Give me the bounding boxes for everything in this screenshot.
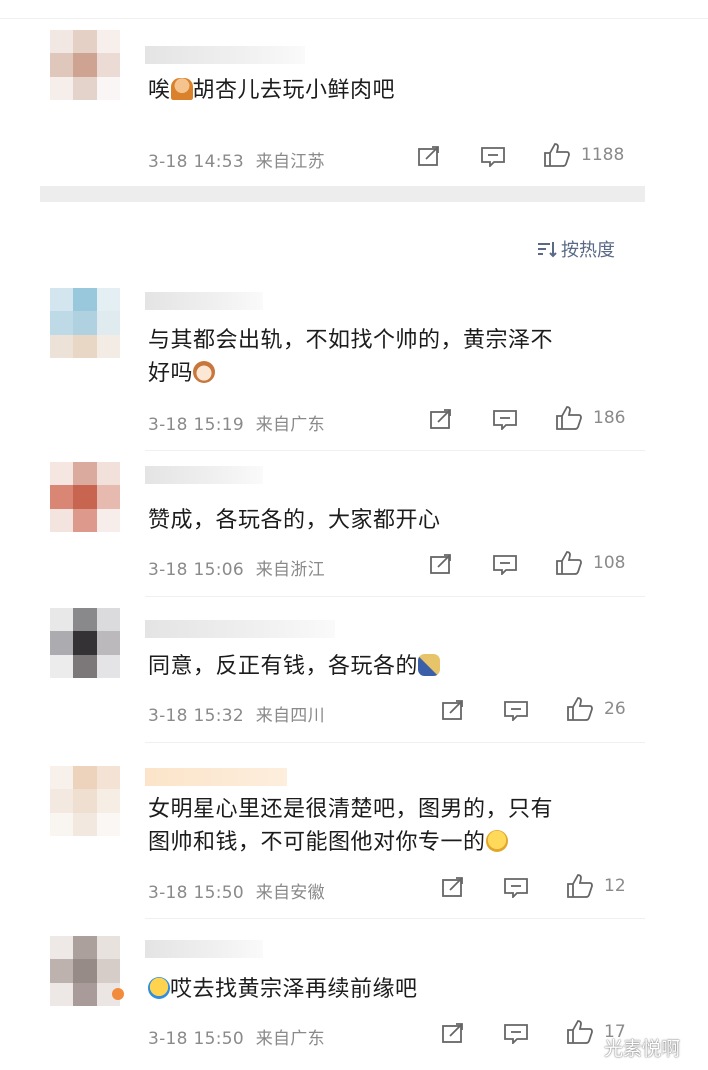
like-count: 1188 bbox=[581, 145, 625, 165]
username-blurred[interactable] bbox=[145, 466, 263, 484]
comment-text: 同意，反正有钱，各玩各的 bbox=[148, 650, 441, 683]
location: 来自广东 bbox=[255, 1029, 325, 1049]
repost-button[interactable] bbox=[417, 145, 441, 167]
thumbs-up-icon bbox=[556, 406, 582, 430]
username-blurred[interactable] bbox=[145, 292, 263, 310]
section-separator bbox=[40, 186, 645, 202]
repost-icon bbox=[442, 700, 463, 720]
avatar[interactable] bbox=[50, 462, 120, 532]
comment-meta: 3-18 15:50 来自广东 bbox=[148, 1024, 325, 1049]
dog-face-emoji bbox=[193, 361, 216, 383]
divider bbox=[145, 742, 645, 743]
like-button[interactable]: 26 bbox=[566, 696, 626, 722]
timestamp: 3-18 15:50 bbox=[148, 1029, 244, 1049]
avatar[interactable] bbox=[50, 30, 120, 100]
watermark: 光素悦啊 bbox=[604, 1038, 681, 1060]
like-count: 12 bbox=[604, 876, 626, 896]
location: 来自四川 bbox=[255, 706, 325, 726]
sort-label: 按热度 bbox=[561, 240, 615, 261]
reply-button[interactable] bbox=[503, 876, 529, 898]
like-button[interactable]: 12 bbox=[566, 873, 626, 899]
repost-icon bbox=[430, 554, 451, 574]
thumbs-up-icon bbox=[567, 874, 593, 898]
comment-meta: 3-18 15:50 来自安徽 bbox=[148, 878, 325, 903]
repost-button[interactable] bbox=[441, 1022, 465, 1044]
location: 来自江苏 bbox=[255, 152, 325, 172]
divider bbox=[145, 918, 645, 919]
comment-text: 赞成，各玩各的，大家都开心 bbox=[148, 508, 441, 533]
comment-meta: 3-18 14:53 来自江苏 bbox=[148, 147, 325, 172]
reply-button[interactable] bbox=[503, 1022, 529, 1044]
repost-icon bbox=[442, 877, 463, 897]
repost-button[interactable] bbox=[429, 553, 453, 575]
like-count: 186 bbox=[593, 408, 626, 428]
repost-button[interactable] bbox=[441, 876, 465, 898]
like-button[interactable]: 1188 bbox=[543, 142, 624, 168]
location: 来自广东 bbox=[255, 415, 325, 435]
reply-button[interactable] bbox=[492, 408, 518, 430]
comment-icon bbox=[493, 410, 517, 430]
username-blurred[interactable] bbox=[145, 940, 263, 958]
comment-icon bbox=[493, 555, 517, 575]
microphone-emoji bbox=[418, 654, 441, 676]
timestamp: 3-18 14:53 bbox=[148, 152, 244, 172]
comment-meta: 3-18 15:19 来自广东 bbox=[148, 410, 325, 435]
location: 来自浙江 bbox=[255, 560, 325, 580]
reply-button[interactable] bbox=[503, 699, 529, 721]
repost-icon bbox=[418, 146, 439, 166]
comment-text: 女明星心里还是很清楚吧，图男的，只有 图帅和钱，不可能图他对你专一的 bbox=[148, 797, 554, 855]
like-button[interactable]: 186 bbox=[555, 405, 625, 431]
laughing-crying-emoji bbox=[148, 977, 170, 999]
thinking-face-emoji bbox=[485, 830, 508, 852]
username-blurred[interactable] bbox=[145, 620, 335, 638]
thumbs-up-icon bbox=[556, 551, 582, 575]
timestamp: 3-18 15:19 bbox=[148, 415, 244, 435]
avatar[interactable] bbox=[50, 936, 120, 1006]
like-count: 26 bbox=[604, 699, 626, 719]
comment-text: 哎去找黄宗泽再续前缘吧 bbox=[148, 973, 418, 1006]
divider bbox=[145, 450, 645, 451]
avatar[interactable] bbox=[50, 288, 120, 358]
timestamp: 3-18 15:06 bbox=[148, 560, 244, 580]
avatar-badge bbox=[112, 988, 124, 1000]
reply-button[interactable] bbox=[480, 145, 506, 167]
username-blurred[interactable] bbox=[145, 768, 287, 786]
comment-text: 与其都会出轨，不如找个帅的，黄宗泽不 好吗 bbox=[148, 328, 554, 386]
sort-by-hot-button[interactable]: 按热度 bbox=[537, 236, 615, 262]
comment-icon bbox=[504, 1024, 528, 1044]
sort-icon bbox=[538, 242, 557, 258]
person-facepalm-emoji bbox=[170, 78, 193, 100]
comment-icon bbox=[504, 701, 528, 721]
comment-meta: 3-18 15:06 来自浙江 bbox=[148, 555, 325, 580]
repost-icon bbox=[430, 409, 451, 429]
thumbs-up-icon bbox=[544, 143, 570, 167]
comment-icon bbox=[481, 147, 505, 167]
comment-meta: 3-18 15:32 来自四川 bbox=[148, 701, 325, 726]
timestamp: 3-18 15:50 bbox=[148, 883, 244, 903]
repost-button[interactable] bbox=[441, 699, 465, 721]
repost-icon bbox=[442, 1023, 463, 1043]
comment-text: 唉胡杏儿去玩小鲜肉吧 bbox=[148, 78, 396, 103]
timestamp: 3-18 15:32 bbox=[148, 706, 244, 726]
comment-icon bbox=[504, 878, 528, 898]
top-divider bbox=[0, 18, 708, 19]
thumbs-up-icon bbox=[567, 697, 593, 721]
reply-button[interactable] bbox=[492, 553, 518, 575]
username-blurred[interactable] bbox=[145, 46, 305, 64]
repost-button[interactable] bbox=[429, 408, 453, 430]
location: 来自安徽 bbox=[255, 883, 325, 903]
avatar[interactable] bbox=[50, 608, 120, 678]
thumbs-up-icon bbox=[567, 1020, 593, 1044]
like-count: 108 bbox=[593, 553, 626, 573]
like-button[interactable]: 108 bbox=[555, 550, 625, 576]
divider bbox=[145, 596, 645, 597]
avatar[interactable] bbox=[50, 766, 120, 836]
